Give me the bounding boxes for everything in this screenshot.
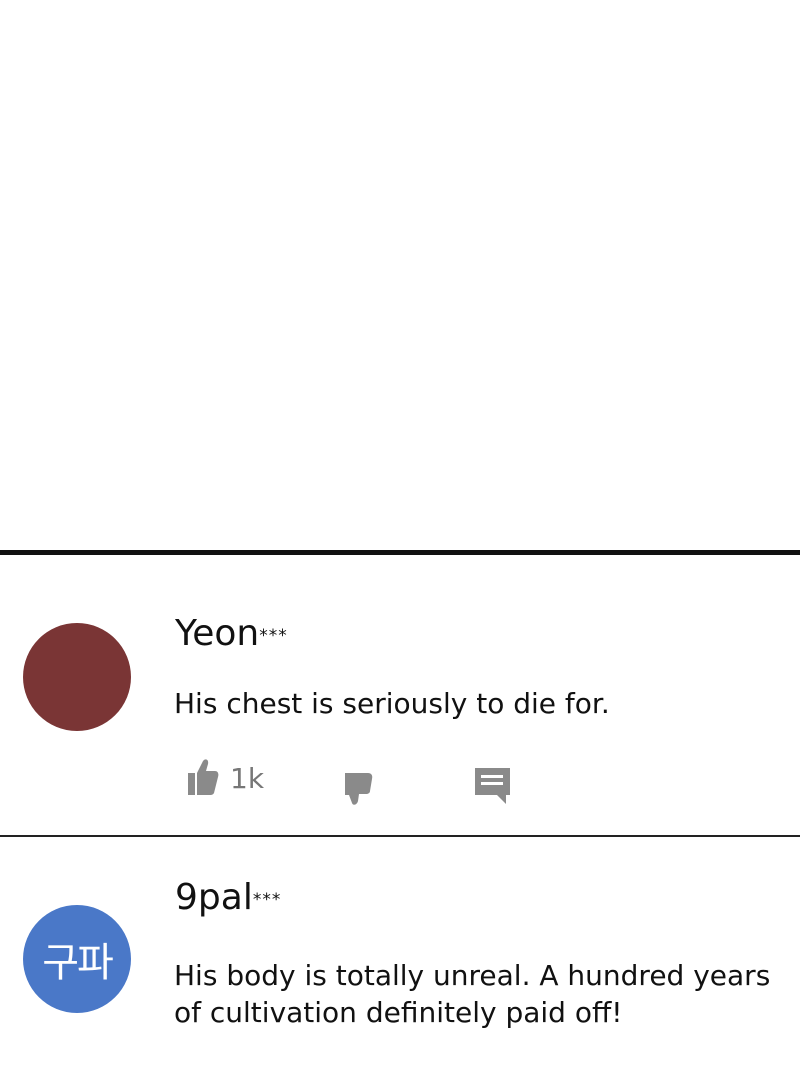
comment-item: 구파 9pal*** His body is totally unreal. A… [0,837,800,1080]
comment-icon [474,767,512,809]
avatar[interactable] [23,623,131,731]
thumbs-up-icon [186,757,220,801]
avatar[interactable]: 구파 [23,905,131,1013]
username-text: 9pal [175,877,253,918]
blank-panel-area [0,0,800,550]
comment-actions: 1k [186,755,586,805]
reply-button[interactable] [474,767,512,809]
dislike-button[interactable] [342,771,374,811]
like-count: 1k [230,762,265,795]
like-button[interactable]: 1k [186,757,264,801]
username-mask: *** [252,890,282,910]
username-text: Yeon [175,613,260,654]
thumbs-down-icon [342,771,374,811]
comment-username[interactable]: Yeon*** [175,612,288,656]
comment-text: His body is totally unreal. A hundred ye… [174,959,771,1029]
username-mask: *** [259,626,288,646]
comment-item: Yeon*** His chest is seriously to die fo… [0,555,800,835]
avatar-initials: 구파 [42,940,114,986]
comment-username[interactable]: 9pal*** [175,876,281,920]
comment-text: His chest is seriously to die for. [174,687,610,720]
